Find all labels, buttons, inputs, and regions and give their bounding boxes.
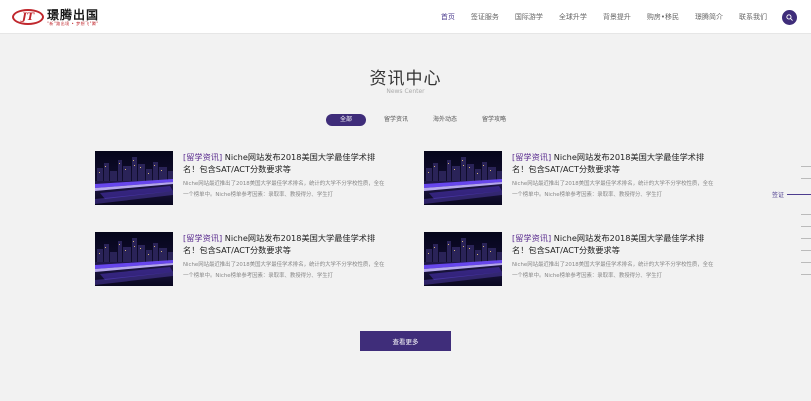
tab-study-guide[interactable]: 留学攻略 [475,114,513,126]
news-tag: [留学资讯] [183,152,223,162]
section-title: 资讯中心 [369,69,442,89]
side-nav-tick[interactable] [801,178,811,179]
side-nav-tick[interactable] [801,166,811,167]
nav-item-immigration[interactable]: 购房•移民 [647,12,679,22]
side-nav-tick[interactable] [801,250,811,251]
news-card[interactable]: [留学资讯] Niche网站发布2018美国大学最佳学术排名！包含SAT/ACT… [95,151,385,207]
side-nav-tick[interactable] [801,238,811,239]
news-card[interactable]: [留学资讯] Niche网站发布2018美国大学最佳学术排名！包含SAT/ACT… [424,151,714,207]
side-nav-tick[interactable] [801,226,811,227]
section-subtitle: News Center [386,88,425,95]
nav-item-admissions[interactable]: 全球升学 [559,12,587,22]
news-thumbnail [424,232,502,286]
main-nav: 首页 签证服务 国际游学 全球升学 背景提升 购房•移民 璟腾简介 联系我们 [425,0,767,34]
news-summary: Niche网站最近推出了2018美国大学最佳学术排名，统计的大学不分学校性质，全… [512,262,714,279]
side-nav-label: 签证 [771,192,784,199]
nav-item-home[interactable]: 首页 [441,12,455,22]
logo-slogan: "新"路出境 • 梦想飞"腾" [47,20,99,26]
nav-item-about[interactable]: 璟腾简介 [695,12,723,22]
news-tag: [留学资讯] [512,152,552,162]
logo[interactable]: JT 璟腾出国 "新"路出境 • 梦想飞"腾" [12,8,99,26]
logo-mark: JT [12,9,44,25]
news-tag: [留学资讯] [512,233,552,243]
nav-item-study-tour[interactable]: 国际游学 [515,12,543,22]
side-nav-indicator [787,194,811,195]
news-tag: [留学资讯] [183,233,223,243]
tab-study-news[interactable]: 留学资讯 [377,114,415,126]
news-card[interactable]: [留学资讯] Niche网站发布2018美国大学最佳学术排名！包含SAT/ACT… [95,232,385,288]
side-nav-tick[interactable] [801,262,811,263]
logo-name: 璟腾出国 [47,7,100,22]
news-summary: Niche网站最近推出了2018美国大学最佳学术排名，统计的大学不分学校性质，全… [183,262,385,279]
news-summary: Niche网站最近推出了2018美国大学最佳学术排名，统计的大学不分学校性质，全… [512,181,714,198]
nav-item-contact[interactable]: 联系我们 [739,12,767,22]
site-header: JT 璟腾出国 "新"路出境 • 梦想飞"腾" 首页 签证服务 国际游学 全球升… [0,0,811,34]
news-title: [留学资讯] Niche网站发布2018美国大学最佳学术排名！包含SAT/ACT… [183,233,376,255]
nav-item-background[interactable]: 背景提升 [603,12,631,22]
news-summary: Niche网站最近推出了2018美国大学最佳学术排名，统计的大学不分学校性质，全… [183,181,385,198]
search-icon [786,14,793,21]
nav-item-visa[interactable]: 签证服务 [471,12,499,22]
news-thumbnail [95,232,173,286]
news-title: [留学资讯] Niche网站发布2018美国大学最佳学术排名！包含SAT/ACT… [183,152,376,174]
news-title: [留学资讯] Niche网站发布2018美国大学最佳学术排名！包含SAT/ACT… [512,233,705,255]
category-tabs: 全部 留学资讯 海外动态 留学攻略 [326,114,524,126]
news-title: [留学资讯] Niche网站发布2018美国大学最佳学术排名！包含SAT/ACT… [512,152,705,174]
side-scroll-nav: 签证 [759,164,811,284]
view-more-button[interactable]: 查看更多 [360,331,451,351]
search-button[interactable] [782,10,797,25]
side-nav-tick[interactable] [801,214,811,215]
tab-all[interactable]: 全部 [326,114,367,126]
tab-overseas-news[interactable]: 海外动态 [426,114,464,126]
side-nav-tick[interactable] [801,274,811,275]
news-thumbnail [95,151,173,205]
news-thumbnail [424,151,502,205]
side-nav-active[interactable]: 签证 [772,190,811,199]
news-card[interactable]: [留学资讯] Niche网站发布2018美国大学最佳学术排名！包含SAT/ACT… [424,232,714,288]
